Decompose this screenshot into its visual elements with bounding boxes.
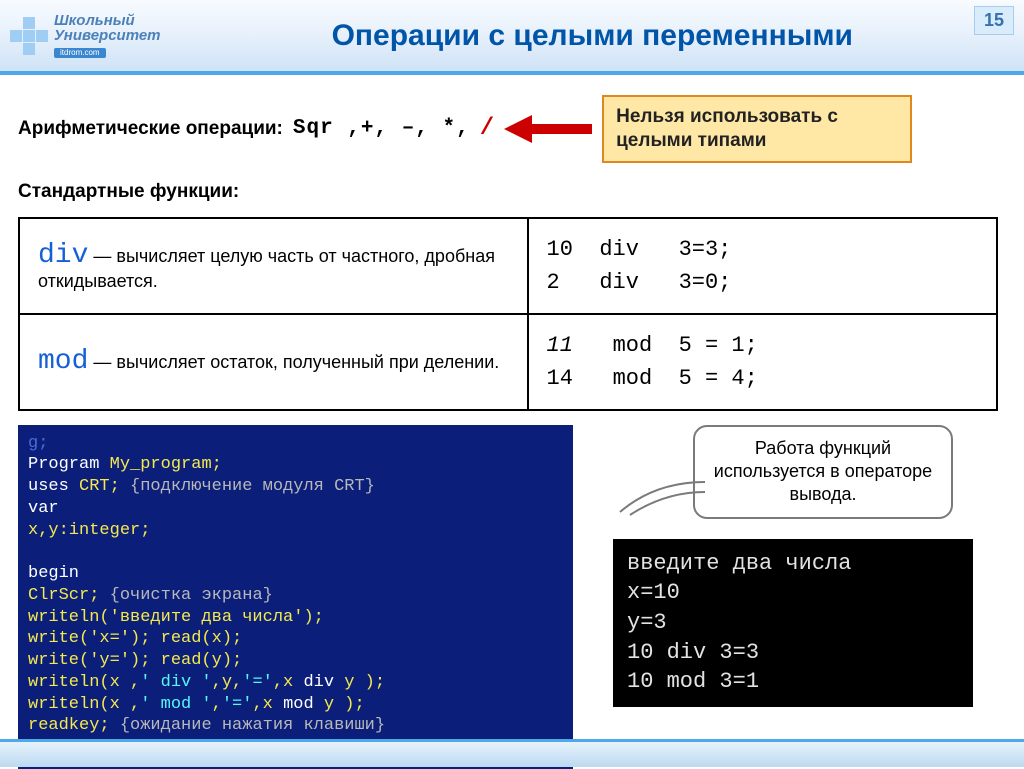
keyword-mod: mod [38, 346, 88, 377]
division-op: / [480, 115, 494, 142]
logo-line1: Школьный [54, 13, 161, 28]
example-mod: 11 mod 5 = 1; 14 mod 5 = 4; [547, 329, 978, 395]
standard-functions-label: Стандартные функции: [18, 181, 1006, 203]
slide-footer [0, 739, 1024, 767]
logo-text: Школьный Университет itdrom.com [54, 13, 161, 59]
speech-bubble: Работа функций используется в операторе … [693, 425, 953, 519]
example-div: 10 div 3=3; 2 div 3=0; [547, 233, 978, 299]
arithmetic-ops: Sqr ,+, –, *, [293, 117, 470, 140]
bubble-tail-icon [615, 477, 705, 517]
logo-icon [10, 17, 48, 55]
terminal-output: введите два числа x=10 y=3 10 div 3=3 10… [613, 539, 973, 707]
arithmetic-row: Арифметические операции: Sqr ,+, –, *, /… [18, 95, 1006, 163]
slide-title: Операции с целыми переменными [161, 19, 1024, 53]
page-number: 15 [974, 6, 1014, 35]
arithmetic-label: Арифметические операции: [18, 118, 283, 140]
table-row: div — вычисляет целую часть от частного,… [19, 218, 997, 314]
slide-header: Школьный Университет itdrom.com Операции… [0, 0, 1024, 75]
logo-line2: Университет [54, 28, 161, 43]
desc-div: — вычисляет целую часть от частного, дро… [38, 246, 495, 291]
code-block: g; Program My_program; uses CRT; {подклю… [18, 425, 573, 769]
bubble-text: Работа функций используется в операторе … [714, 438, 932, 505]
functions-table: div — вычисляет целую часть от частного,… [18, 217, 998, 411]
keyword-div: div [38, 240, 88, 271]
warning-callout: Нельзя использовать с целыми типами [602, 95, 912, 163]
desc-mod: — вычисляет остаток, полученный при деле… [88, 352, 499, 372]
logo: Школьный Университет itdrom.com [0, 13, 161, 59]
logo-tag: itdrom.com [54, 48, 106, 58]
table-row: mod — вычисляет остаток, полученный при … [19, 314, 997, 410]
arrow-icon [504, 115, 592, 143]
